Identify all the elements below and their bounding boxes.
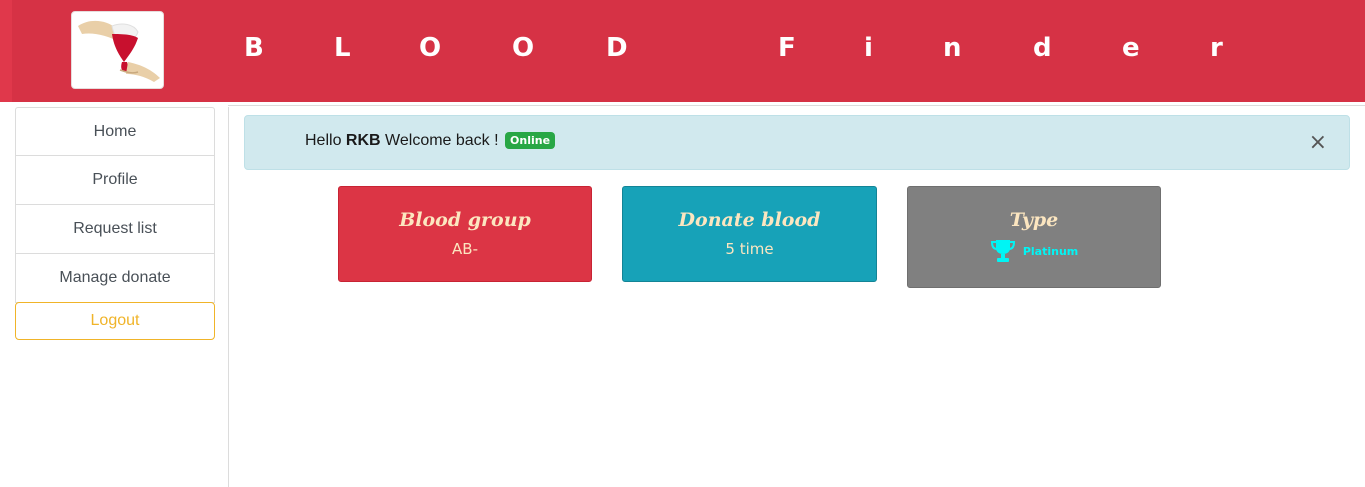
content-top-border xyxy=(228,105,1365,106)
welcome-message: Hello RKB Welcome back ! Online xyxy=(305,132,556,150)
blood-group-card: Blood group AB- xyxy=(338,186,592,282)
donate-count-value: 5 time xyxy=(725,240,774,258)
logout-button[interactable]: Logout xyxy=(15,302,215,340)
donor-type-row: Platinum xyxy=(908,239,1160,263)
sidebar-divider xyxy=(228,107,229,487)
blood-group-title: Blood group xyxy=(399,209,531,231)
blood-donation-hand-icon xyxy=(78,20,160,82)
close-icon[interactable]: × xyxy=(1309,130,1327,156)
donate-blood-title: Donate blood xyxy=(678,209,821,231)
title-letter: L xyxy=(334,33,351,63)
title-letter: D xyxy=(606,33,628,63)
donor-type-value: Platinum xyxy=(1022,244,1079,258)
title-letter: B xyxy=(244,33,264,63)
title-letter: F xyxy=(778,33,796,63)
donate-blood-card: Donate blood 5 time xyxy=(622,186,877,282)
title-letter: O xyxy=(512,33,535,63)
greeting-text: Hello xyxy=(305,132,342,149)
sidebar-nav: Home Profile Request list Manage donate xyxy=(15,107,215,303)
logo[interactable] xyxy=(71,11,164,89)
title-letter: d xyxy=(1033,33,1052,63)
sidebar-item-home[interactable]: Home xyxy=(15,107,215,156)
title-letter: e xyxy=(1122,33,1140,63)
username: RKB xyxy=(345,132,381,149)
donor-type-title: Type xyxy=(1009,209,1059,231)
title-letter: O xyxy=(419,33,442,63)
title-letter: n xyxy=(943,33,962,63)
welcome-alert: Hello RKB Welcome back ! Online × xyxy=(244,115,1350,170)
title-letter: r xyxy=(1210,33,1223,63)
sidebar-item-profile[interactable]: Profile xyxy=(15,156,215,205)
blood-group-value: AB- xyxy=(452,240,478,258)
sidebar-item-request-list[interactable]: Request list xyxy=(15,205,215,254)
welcome-text: Welcome back ! xyxy=(385,132,499,149)
sidebar-item-manage-donate[interactable]: Manage donate xyxy=(15,254,215,303)
header-edge xyxy=(0,0,12,102)
status-badge: Online xyxy=(505,132,556,149)
title-letter: i xyxy=(864,33,873,63)
donor-type-card: Type Platinum xyxy=(907,186,1161,288)
trophy-icon xyxy=(990,240,1015,262)
app-header: B L O O D F i n d e r xyxy=(0,0,1365,102)
